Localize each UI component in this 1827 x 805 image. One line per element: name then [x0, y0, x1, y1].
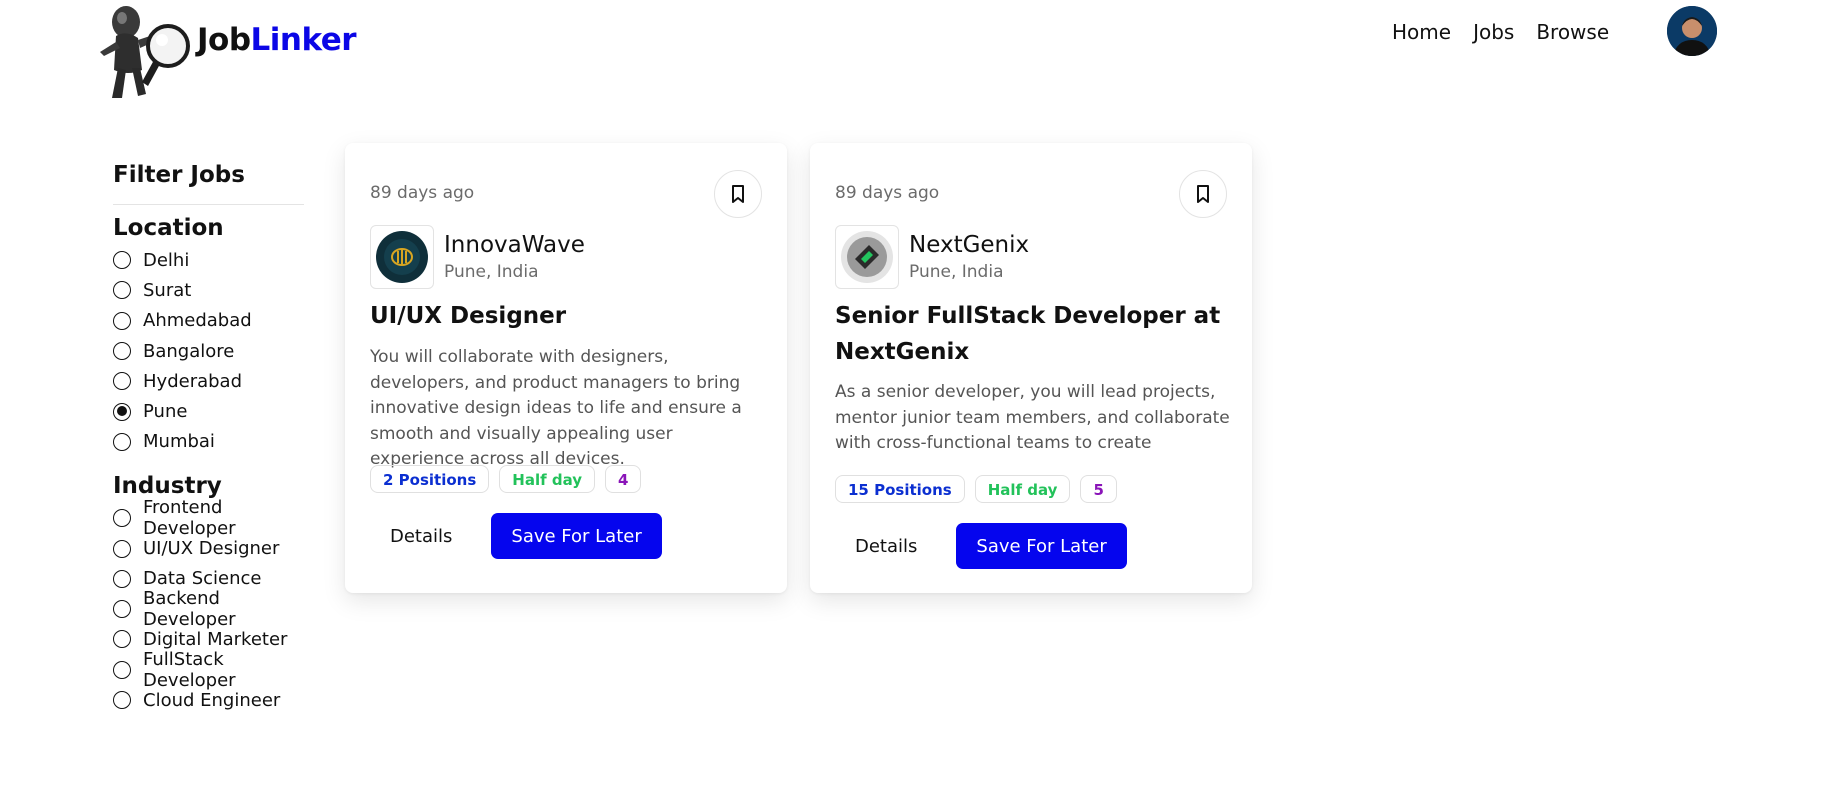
- nav-browse[interactable]: Browse: [1536, 20, 1609, 44]
- filter-option-delhi[interactable]: Delhi: [113, 245, 303, 275]
- filter-group-location-title: Location: [113, 215, 224, 241]
- radio-button[interactable]: [113, 660, 131, 679]
- details-button[interactable]: Details: [835, 523, 938, 569]
- brand-name-part1: Job: [197, 22, 251, 58]
- filter-option-label: Delhi: [143, 249, 190, 271]
- bookmark-button[interactable]: [1179, 170, 1227, 218]
- filter-option-mumbai[interactable]: Mumbai: [113, 427, 303, 457]
- bookmark-icon: [732, 185, 744, 203]
- radio-button[interactable]: [113, 372, 131, 391]
- filter-option-label: Ahmedabad: [143, 310, 252, 332]
- filter-option-cloud-engineer[interactable]: Cloud Engineer: [113, 685, 303, 715]
- details-button[interactable]: Details: [370, 513, 473, 559]
- filter-option-ahmedabad[interactable]: Ahmedabad: [113, 306, 303, 336]
- job-badges: 2 Positions Half day 4: [370, 465, 642, 493]
- company-logo: [370, 225, 434, 289]
- job-type-badge: Half day: [499, 465, 596, 493]
- job-card: 89 days ago NextGenix Pune, India Senior…: [810, 143, 1252, 593]
- nav-home[interactable]: Home: [1392, 20, 1451, 44]
- company-location: Pune, India: [444, 262, 539, 282]
- filter-option-fullstack-developer[interactable]: FullStack Developer: [113, 649, 303, 691]
- posted-time: 89 days ago: [835, 183, 940, 203]
- job-title: Senior FullStack Developer at NextGenix: [835, 303, 1221, 365]
- filter-option-label: Surat: [143, 279, 192, 301]
- filter-option-surat[interactable]: Surat: [113, 275, 303, 305]
- radio-button[interactable]: [113, 251, 131, 270]
- filter-option-label: UI/UX Designer: [143, 538, 280, 560]
- filter-option-label: Pune: [143, 401, 188, 423]
- radio-button[interactable]: [113, 630, 131, 649]
- job-title: UI/UX Designer: [370, 303, 567, 329]
- job-type-badge: Half day: [974, 475, 1071, 503]
- radio-button[interactable]: [113, 539, 131, 558]
- top-nav: Home Jobs Browse: [1392, 20, 1631, 44]
- innovawave-logo-icon: [376, 231, 428, 283]
- radio-button[interactable]: [113, 569, 131, 588]
- card-actions: Details Save For Later: [370, 513, 662, 559]
- avatar-image-icon: [1667, 6, 1717, 56]
- filter-option-label: Backend Developer: [143, 588, 236, 631]
- nav-jobs[interactable]: Jobs: [1473, 20, 1514, 44]
- job-description: You will collaborate with designers, dev…: [370, 347, 742, 469]
- logo-figure-icon: [100, 6, 190, 98]
- filter-option-label: Digital Marketer: [143, 628, 288, 650]
- filter-option-bangalore[interactable]: Bangalore: [113, 336, 303, 366]
- company-logo: [835, 225, 899, 289]
- radio-button[interactable]: [113, 691, 131, 709]
- radio-button[interactable]: [113, 509, 131, 528]
- filter-option-hyderabad[interactable]: Hyderabad: [113, 366, 303, 396]
- radio-button[interactable]: [113, 342, 131, 361]
- company-info: NextGenix Pune, India: [835, 225, 1029, 289]
- radio-button[interactable]: [113, 281, 131, 300]
- radio-button-selected[interactable]: [113, 402, 131, 421]
- bookmark-button[interactable]: [714, 170, 762, 218]
- save-for-later-button[interactable]: Save For Later: [956, 523, 1127, 569]
- filter-option-label: Mumbai: [143, 431, 215, 453]
- card-actions: Details Save For Later: [835, 523, 1127, 569]
- radio-button[interactable]: [113, 432, 131, 451]
- filter-option-label: Frontend Developer: [143, 497, 236, 540]
- filter-option-label: Bangalore: [143, 340, 235, 362]
- positions-badge: 2 Positions: [370, 465, 490, 493]
- save-for-later-button[interactable]: Save For Later: [491, 513, 662, 559]
- company-info: InnovaWave Pune, India: [370, 225, 585, 289]
- salary-badge: 4: [605, 465, 642, 493]
- company-location: Pune, India: [909, 262, 1004, 282]
- filter-option-ui-ux-designer[interactable]: UI/UX Designer: [113, 533, 303, 563]
- filter-option-label: Cloud Engineer: [143, 689, 281, 711]
- job-card: 89 days ago InnovaWave Pune, India UI/UX…: [345, 143, 787, 593]
- brand-name: JobLinker: [197, 22, 357, 58]
- job-badges: 15 Positions Half day 5: [835, 475, 1117, 503]
- filter-option-pune[interactable]: Pune: [113, 396, 303, 426]
- bookmark-icon: [1197, 185, 1209, 203]
- posted-time: 89 days ago: [370, 183, 475, 203]
- brand-name-part2: Linker: [250, 22, 357, 58]
- nextgenix-logo-icon: [841, 231, 893, 283]
- filter-option-label: Data Science: [143, 568, 262, 590]
- logo[interactable]: JobLinker: [98, 0, 357, 100]
- filter-option-backend-developer[interactable]: Backend Developer: [113, 588, 303, 630]
- avatar[interactable]: [1667, 6, 1717, 56]
- radio-button[interactable]: [113, 311, 131, 330]
- radio-button[interactable]: [113, 600, 131, 619]
- positions-badge: 15 Positions: [835, 475, 965, 503]
- salary-badge: 5: [1080, 475, 1117, 503]
- filter-option-label: Hyderabad: [143, 370, 242, 392]
- filter-option-label: FullStack Developer: [143, 648, 236, 691]
- job-description: As a senior developer, you will lead pro…: [835, 382, 1230, 453]
- filter-option-frontend-developer[interactable]: Frontend Developer: [113, 497, 303, 539]
- filter-title: Filter Jobs: [113, 162, 245, 188]
- company-name: InnovaWave: [444, 232, 585, 258]
- filter-divider: [113, 204, 304, 205]
- company-name: NextGenix: [909, 232, 1030, 258]
- filter-sidebar: Filter Jobs Location Delhi Surat Ahmedab…: [113, 160, 304, 715]
